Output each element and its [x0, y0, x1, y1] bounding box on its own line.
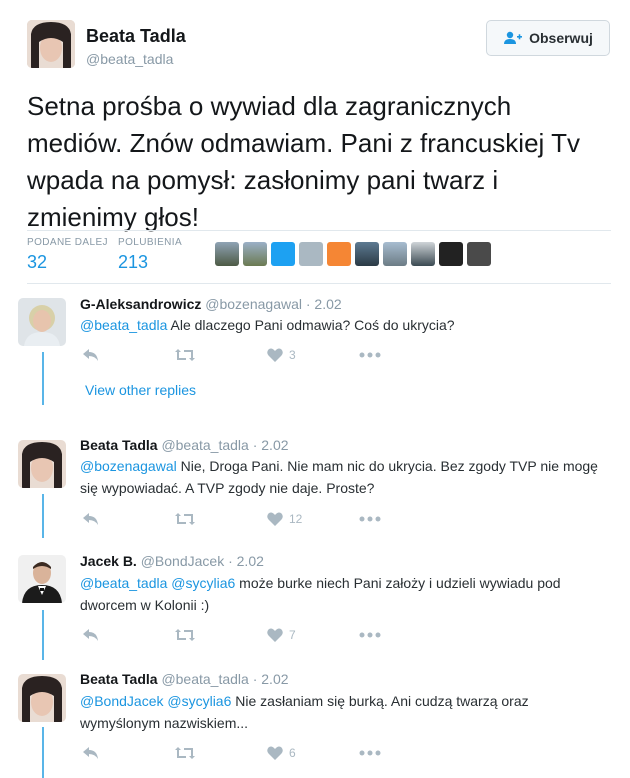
follow-label: Obserwuj — [529, 30, 593, 46]
heart-icon — [267, 348, 283, 362]
more-button[interactable] — [359, 750, 451, 756]
thread-line — [42, 610, 44, 660]
reply-button[interactable] — [83, 513, 175, 525]
retweet-icon — [175, 629, 195, 641]
divider — [27, 230, 611, 231]
follow-button[interactable]: Obserwuj — [486, 20, 610, 56]
liker-avatar[interactable] — [439, 242, 463, 266]
reply-actions: 7 — [83, 628, 451, 642]
heart-icon — [267, 512, 283, 526]
reply-button[interactable] — [83, 629, 175, 641]
reply-text: @bozenagawal Nie, Droga Pani. Nie mam ni… — [80, 455, 610, 499]
reply-actions: 12 — [83, 512, 451, 526]
author-avatar[interactable] — [27, 20, 75, 68]
like-count: 3 — [289, 348, 296, 362]
like-count: 12 — [289, 512, 303, 526]
more-button[interactable] — [359, 516, 451, 522]
reply-body: Ale dlaczego Pani odmawia? Coś do ukryci… — [167, 317, 455, 333]
reply-button[interactable] — [83, 747, 175, 759]
liker-avatars — [215, 242, 491, 266]
liker-avatar[interactable] — [327, 242, 351, 266]
reply-avatar[interactable] — [18, 440, 66, 488]
reply-icon — [83, 629, 98, 641]
retweet-button[interactable] — [175, 513, 267, 525]
retweets-stat[interactable]: PODANE DALEJ 32 — [27, 237, 108, 273]
reply-author[interactable]: Jacek B. @BondJacek · 2.02 — [80, 553, 264, 569]
reply-author[interactable]: Beata Tadla @beata_tadla · 2.02 — [80, 671, 289, 687]
reply-author-name: G-Aleksandrowicz — [80, 296, 202, 312]
mention-link[interactable]: @bozenagawal — [80, 458, 177, 474]
more-icon — [359, 632, 381, 638]
reply-text: @beata_tadla @sycylia6 może burke niech … — [80, 572, 610, 616]
author-name[interactable]: Beata Tadla — [86, 26, 186, 47]
reply-icon — [83, 747, 98, 759]
tweet-text: Setna prośba o wywiad dla zagranicznych … — [27, 91, 580, 232]
reply-author-handle: @beata_tadla · 2.02 — [161, 437, 289, 453]
liker-avatar[interactable] — [215, 242, 239, 266]
reply-author-name: Beata Tadla — [80, 671, 158, 687]
reply-author-name: Jacek B. — [80, 553, 137, 569]
retweet-icon — [175, 747, 195, 759]
reply-author-handle: @bozenagawal · 2.02 — [205, 296, 342, 312]
retweet-icon — [175, 513, 195, 525]
more-button[interactable] — [359, 632, 451, 638]
liker-avatar[interactable] — [383, 242, 407, 266]
reply-avatar[interactable] — [18, 555, 66, 603]
likes-label: POLUBIENIA — [118, 237, 183, 248]
like-button[interactable]: 12 — [267, 512, 359, 526]
liker-avatar[interactable] — [411, 242, 435, 266]
likes-stat[interactable]: POLUBIENIA 213 — [118, 237, 182, 273]
retweets-count: 32 — [27, 252, 48, 272]
retweets-label: PODANE DALEJ — [27, 237, 108, 248]
liker-avatar[interactable] — [243, 242, 267, 266]
mention-link[interactable]: @beata_tadla — [80, 317, 167, 333]
author-handle[interactable]: @beata_tadla — [86, 51, 173, 67]
reply-icon — [83, 349, 98, 361]
like-count: 7 — [289, 628, 296, 642]
view-other-replies-link[interactable]: View other replies — [85, 382, 196, 398]
like-button[interactable]: 3 — [267, 348, 359, 362]
liker-avatar[interactable] — [467, 242, 491, 266]
likes-count: 213 — [118, 252, 149, 272]
like-button[interactable]: 6 — [267, 746, 359, 760]
reply-button[interactable] — [83, 349, 175, 361]
liker-avatar[interactable] — [355, 242, 379, 266]
retweet-button[interactable] — [175, 349, 267, 361]
like-button[interactable]: 7 — [267, 628, 359, 642]
retweet-icon — [175, 349, 195, 361]
reply-actions: 3 — [83, 348, 451, 362]
retweet-button[interactable] — [175, 747, 267, 759]
reply-author-handle: @BondJacek · 2.02 — [140, 553, 264, 569]
reply-avatar[interactable] — [18, 674, 66, 722]
more-icon — [359, 516, 381, 522]
reply-text: @BondJacek @sycylia6 Nie zasłaniam się b… — [80, 690, 610, 734]
more-icon — [359, 750, 381, 756]
heart-icon — [267, 628, 283, 642]
mention-link[interactable]: @beata_tadla @sycylia6 — [80, 575, 235, 591]
reply-author-name: Beata Tadla — [80, 437, 158, 453]
thread-line — [42, 727, 44, 778]
more-button[interactable] — [359, 352, 451, 358]
reply-author-handle: @beata_tadla · 2.02 — [161, 671, 289, 687]
thread-line — [42, 494, 44, 538]
add-user-icon — [504, 31, 523, 44]
reply-text: @beata_tadla Ale dlaczego Pani odmawia? … — [80, 314, 610, 336]
reply-icon — [83, 513, 98, 525]
liker-avatar[interactable] — [271, 242, 295, 266]
mention-link[interactable]: @BondJacek @sycylia6 — [80, 693, 231, 709]
heart-icon — [267, 746, 283, 760]
more-icon — [359, 352, 381, 358]
reply-author[interactable]: Beata Tadla @beata_tadla · 2.02 — [80, 437, 289, 453]
reply-author[interactable]: G-Aleksandrowicz @bozenagawal · 2.02 — [80, 296, 342, 312]
divider — [27, 283, 611, 284]
thread-line — [42, 352, 44, 405]
liker-avatar[interactable] — [299, 242, 323, 266]
reply-actions: 6 — [83, 746, 451, 760]
reply-avatar[interactable] — [18, 298, 66, 346]
retweet-button[interactable] — [175, 629, 267, 641]
like-count: 6 — [289, 746, 296, 760]
